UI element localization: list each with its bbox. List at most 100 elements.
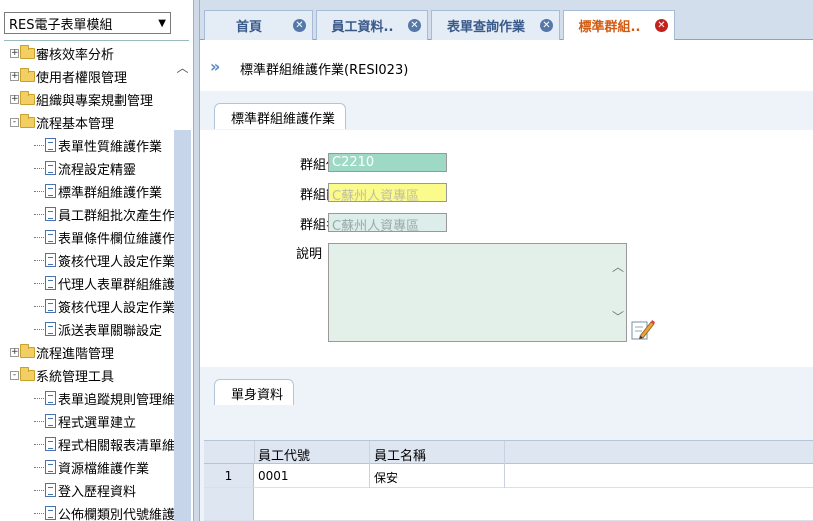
scroll-down-icon[interactable]: ﹀ <box>612 308 624 325</box>
tree-item-label: 表單性質維護作業 <box>58 139 163 155</box>
tree-item[interactable]: 標準群組維護作業 <box>34 180 162 202</box>
textarea-scrollbar[interactable]: ︿ ﹀ <box>609 244 626 341</box>
tree-item-label: 審核效率分析 <box>36 47 115 63</box>
expand-icon[interactable]: + <box>10 48 19 58</box>
close-icon[interactable]: ✕ <box>655 19 668 32</box>
tree-item-label: 標準群組維護作業 <box>58 185 163 201</box>
tree-item-label: 資源檔維護作業 <box>58 461 150 477</box>
table-row-empty <box>204 488 813 521</box>
section-tab-detail[interactable]: 單身資料 <box>214 379 295 405</box>
tree-connector <box>34 167 44 169</box>
tree-item[interactable]: 表單追蹤規則管理維 <box>34 387 175 409</box>
document-icon <box>45 207 56 221</box>
grid-column-header[interactable]: 員工代號 <box>258 445 310 464</box>
scroll-up-icon[interactable]: ︿ <box>174 60 191 76</box>
tree-item[interactable]: 員工群組批次產生作 <box>34 203 175 225</box>
section-tab-main[interactable]: 標準群組維護作業 <box>214 103 347 129</box>
tree-folder[interactable]: + 組織與專案規劃管理 <box>10 88 153 110</box>
tree-folder[interactable]: + 審核效率分析 <box>10 42 114 64</box>
close-icon[interactable]: ✕ <box>540 19 553 32</box>
description-textarea[interactable]: ︿ ﹀ <box>328 243 627 342</box>
group-code-field[interactable]: C2210 <box>328 153 447 172</box>
module-select-value: RES電子表單模組 <box>9 17 113 33</box>
sidebar: RES電子表單模組 ▼ + 審核效率分析 + 使用者權限管理 + 組織與專案規劃管理 - 流程… <box>0 0 193 521</box>
document-icon <box>45 276 56 290</box>
expand-icon[interactable]: + <box>10 71 19 81</box>
document-icon <box>45 230 56 244</box>
close-icon[interactable]: ✕ <box>293 19 306 32</box>
tree-item[interactable]: 簽核代理人設定作業 <box>34 249 175 271</box>
module-select[interactable]: RES電子表單模組 ▼ <box>4 12 171 34</box>
page-header: » 標準群組維護作業(RESI023) <box>200 41 813 91</box>
group-short-name-field[interactable]: C蘇州人資專區 <box>328 183 447 204</box>
tree-item-label: 表單條件欄位維護作 <box>58 231 176 247</box>
group-name-field[interactable]: C蘇州人資專區 <box>328 213 447 234</box>
tree-item-label: 系統管理工具 <box>36 369 115 385</box>
folder-icon <box>20 67 35 82</box>
tree-folder[interactable]: + 流程進階管理 <box>10 341 114 363</box>
tree-connector <box>34 282 44 284</box>
tree-item[interactable]: 表單條件欄位維護作 <box>34 226 175 248</box>
tree-connector <box>34 213 44 215</box>
document-icon <box>45 506 56 520</box>
employee-name-cell[interactable]: 保安 <box>374 469 398 486</box>
description-label: 說明 <box>295 247 322 262</box>
tree-item-label: 組織與專案規劃管理 <box>36 93 154 109</box>
tab-label: 標準群組.. <box>578 20 641 35</box>
tab-label: 首頁 <box>235 20 262 35</box>
tab-form-query[interactable]: 表單查詢作業 ✕ <box>431 10 560 40</box>
tree-connector <box>34 466 44 468</box>
tab-bar: 首頁 ✕ 員工資料.. ✕ 表單查詢作業 ✕ 標準群組.. ✕ <box>200 0 813 40</box>
tree-item[interactable]: 資源檔維護作業 <box>34 456 149 478</box>
edit-icon[interactable] <box>630 317 656 341</box>
app-window: RES電子表單模組 ▼ + 審核效率分析 + 使用者權限管理 + 組織與專案規劃管理 - 流程… <box>0 0 813 521</box>
tree-item[interactable]: 程式選單建立 <box>34 410 136 432</box>
tree-item[interactable]: 登入歷程資料 <box>34 479 136 501</box>
tree-folder[interactable]: - 流程基本管理 <box>10 111 114 133</box>
tree-folder[interactable]: - 系統管理工具 <box>10 364 114 386</box>
tree-item-label: 流程基本管理 <box>36 116 115 132</box>
tree-connector <box>34 397 44 399</box>
tab-employee-data[interactable]: 員工資料.. ✕ <box>316 10 428 40</box>
sidebar-scroll-thumb[interactable] <box>174 130 191 521</box>
grid-divider <box>369 464 370 488</box>
grid-column-header[interactable]: 員工名稱 <box>374 445 426 464</box>
tree-item[interactable]: 程式相關報表清單維 <box>34 433 175 455</box>
grid-divider <box>504 464 505 488</box>
tree-item[interactable]: 代理人表單群組維護 <box>34 272 175 294</box>
tree-item[interactable]: 表單性質維護作業 <box>34 134 162 156</box>
tree-item[interactable]: 公佈欄類別代號維護 <box>34 502 175 521</box>
document-icon <box>45 299 56 313</box>
document-icon <box>45 138 56 152</box>
tree-item-label: 程式選單建立 <box>58 415 137 431</box>
tree-connector <box>34 190 44 192</box>
grid-divider <box>369 441 370 465</box>
tab-home[interactable]: 首頁 ✕ <box>204 10 313 40</box>
close-icon[interactable]: ✕ <box>408 19 421 32</box>
tree-item-label: 公佈欄類別代號維護 <box>58 507 176 521</box>
tree-folder[interactable]: + 使用者權限管理 <box>10 65 127 87</box>
double-chevron-right-icon: » <box>210 57 220 76</box>
tree-item[interactable]: 簽核代理人設定作業 <box>34 295 175 317</box>
employee-id-cell[interactable]: 0001 <box>258 469 289 483</box>
document-icon <box>45 437 56 451</box>
tree-item[interactable]: 派送表單關聯設定 <box>34 318 162 340</box>
expand-icon[interactable]: + <box>10 94 19 104</box>
collapse-icon[interactable]: - <box>10 370 19 380</box>
scroll-up-icon[interactable]: ︿ <box>612 258 624 275</box>
tree-connector <box>34 144 44 146</box>
tab-standard-group[interactable]: 標準群組.. ✕ <box>563 10 675 40</box>
sidebar-divider <box>4 40 189 41</box>
tree-connector <box>34 328 44 330</box>
document-icon <box>45 460 56 474</box>
table-row[interactable]: 1 0001 保安 <box>204 464 813 488</box>
tree-item-label: 使用者權限管理 <box>36 70 128 86</box>
form-section: 群組代號 C2210 群組簡稱 C蘇州人資專區 群組名稱 C蘇州人資專區 說明 … <box>200 130 813 367</box>
sidebar-scrollbar[interactable]: ︿ <box>174 60 191 521</box>
collapse-icon[interactable]: - <box>10 117 19 127</box>
tree-connector <box>34 489 44 491</box>
sidebar-splitter[interactable] <box>193 0 200 521</box>
tree-item[interactable]: 流程設定精靈 <box>34 157 136 179</box>
expand-icon[interactable]: + <box>10 347 19 357</box>
document-icon <box>45 184 56 198</box>
